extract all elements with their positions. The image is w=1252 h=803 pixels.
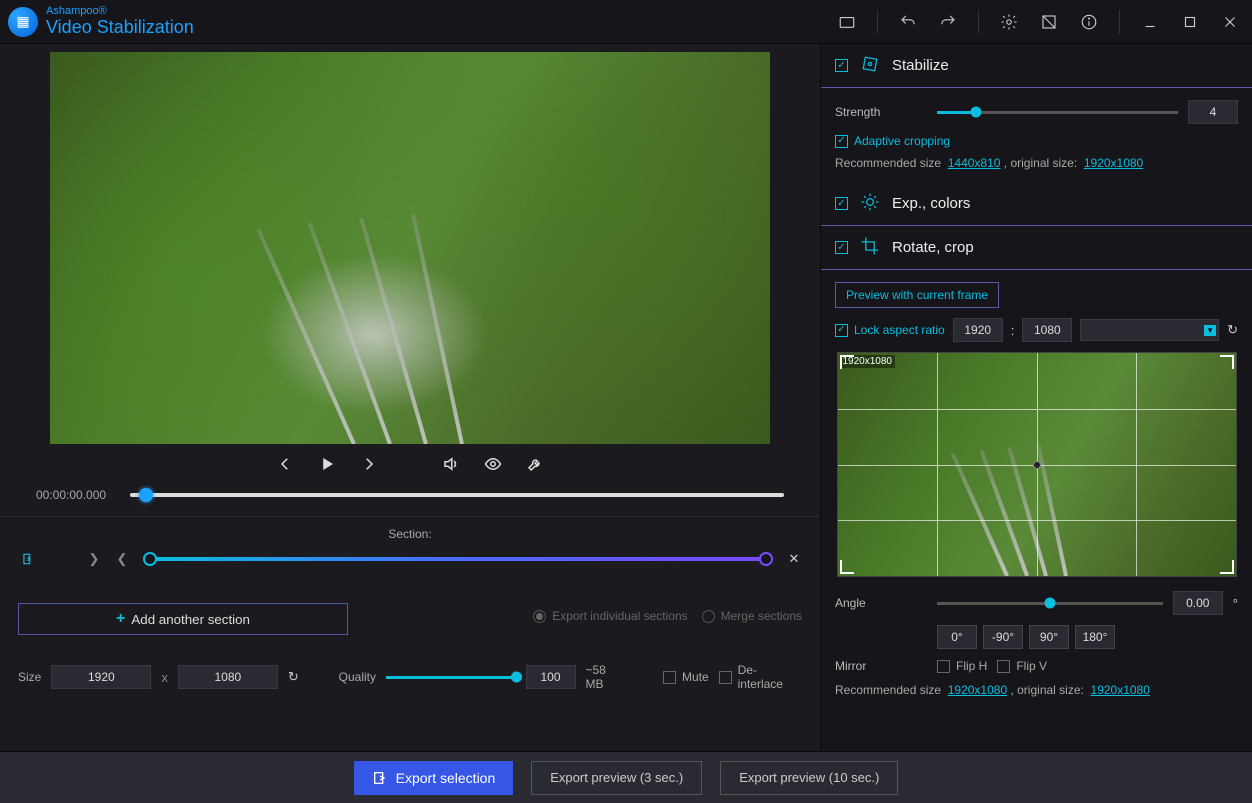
exp-panel-header[interactable]: Exp., colors	[821, 182, 1252, 226]
titlebar: ▦ Ashampoo® Video Stabilization	[0, 0, 1252, 44]
rotate-title: Rotate, crop	[892, 239, 974, 256]
section-prev-icon[interactable]: ❯	[86, 551, 102, 567]
undo-icon[interactable]	[894, 8, 922, 36]
app-logo-icon: ▦	[8, 7, 38, 37]
play-controls	[18, 444, 802, 484]
size-estimate: ~58 MB	[586, 663, 628, 691]
rotate-recommended-info: Recommended size 1920x1080 , original si…	[835, 683, 1238, 697]
stabilize-enable-checkbox[interactable]	[835, 59, 848, 72]
playback-time: 00:00:00.000	[36, 488, 116, 502]
strength-label: Strength	[835, 105, 927, 119]
section-next-icon[interactable]: ❮	[114, 551, 130, 567]
crop-height-input[interactable]	[1022, 318, 1072, 342]
size-reset-icon[interactable]: ↻	[288, 669, 299, 685]
rotate-180-button[interactable]: 180°	[1075, 625, 1115, 649]
export-selection-button[interactable]: Export selection	[354, 761, 514, 795]
stabilize-original-link[interactable]: 1920x1080	[1084, 156, 1143, 170]
section-label: Section:	[18, 527, 802, 541]
angle-label: Angle	[835, 596, 927, 610]
stabilize-recommended-link[interactable]: 1440x810	[948, 156, 1001, 170]
add-section-button[interactable]: + Add another section	[18, 603, 348, 635]
mute-checkbox[interactable]: Mute	[663, 670, 709, 684]
next-frame-icon[interactable]	[357, 452, 381, 476]
chevron-down-icon: ▾	[1204, 325, 1216, 336]
settings-icon[interactable]	[995, 8, 1023, 36]
quality-slider[interactable]	[386, 676, 515, 679]
preview-eye-icon[interactable]	[481, 452, 505, 476]
rotate-recommended-link[interactable]: 1920x1080	[948, 683, 1007, 697]
adaptive-cropping-checkbox[interactable]: Adaptive cropping	[835, 134, 1238, 148]
rotate-original-link[interactable]: 1920x1080	[1091, 683, 1150, 697]
rotate-enable-checkbox[interactable]	[835, 241, 848, 254]
section-range-slider[interactable]	[150, 557, 766, 561]
lock-aspect-checkbox[interactable]: Lock aspect ratio	[835, 323, 945, 337]
close-icon[interactable]	[1216, 8, 1244, 36]
exp-enable-checkbox[interactable]	[835, 197, 848, 210]
size-x-sep: x	[161, 670, 168, 685]
section-start-handle[interactable]	[143, 552, 157, 566]
theme-icon[interactable]	[1035, 8, 1063, 36]
aspect-preset-combo[interactable]: ▾	[1080, 319, 1219, 341]
rotate-90-button[interactable]: 90°	[1029, 625, 1069, 649]
mirror-label: Mirror	[835, 659, 927, 673]
stabilize-recommended-info: Recommended size 1440x810 , original siz…	[835, 156, 1238, 170]
export-preview-10-button[interactable]: Export preview (10 sec.)	[720, 761, 898, 795]
section-end-handle[interactable]	[759, 552, 773, 566]
brand-big: Video Stabilization	[46, 18, 194, 37]
angle-input[interactable]	[1173, 591, 1223, 615]
rotate-minus90-button[interactable]: -90°	[983, 625, 1023, 649]
quality-label: Quality	[339, 670, 376, 684]
stabilize-panel-header[interactable]: Stabilize	[821, 44, 1252, 88]
preview-frame-button[interactable]: Preview with current frame	[835, 282, 999, 308]
play-icon[interactable]	[315, 452, 339, 476]
flip-h-checkbox[interactable]: Flip H	[937, 659, 987, 673]
minimize-icon[interactable]	[1136, 8, 1164, 36]
strength-slider[interactable]	[937, 111, 1178, 114]
section-remove-icon[interactable]: ✕	[786, 551, 802, 567]
exposure-icon	[860, 192, 880, 215]
crop-center-handle[interactable]	[1033, 461, 1041, 469]
plus-icon: +	[116, 610, 125, 628]
video-preview[interactable]	[50, 52, 770, 444]
timeline-slider[interactable]	[130, 493, 784, 497]
export-individual-radio[interactable]: Export individual sections	[533, 609, 687, 623]
aspect-reset-icon[interactable]: ↻	[1227, 322, 1238, 338]
volume-icon[interactable]	[439, 452, 463, 476]
prev-frame-icon[interactable]	[273, 452, 297, 476]
open-folder-icon[interactable]	[833, 8, 861, 36]
size-label: Size	[18, 670, 41, 684]
size-width-input[interactable]	[51, 665, 151, 689]
size-height-input[interactable]	[178, 665, 278, 689]
redo-icon[interactable]	[934, 8, 962, 36]
merge-sections-radio[interactable]: Merge sections	[702, 609, 802, 623]
rotate-0-button[interactable]: 0°	[937, 625, 977, 649]
section-export-icon[interactable]	[18, 549, 38, 569]
strength-input[interactable]	[1188, 100, 1238, 124]
crop-preview[interactable]: 1920x1080	[837, 352, 1237, 577]
logo-block: ▦ Ashampoo® Video Stabilization	[8, 6, 194, 36]
deinterlace-checkbox[interactable]: De-interlace	[719, 663, 802, 691]
crop-width-input[interactable]	[953, 318, 1003, 342]
export-icon	[372, 770, 388, 786]
bottom-bar: Export selection Export preview (3 sec.)…	[0, 751, 1252, 803]
angle-slider[interactable]	[937, 602, 1163, 605]
export-preview-3-button[interactable]: Export preview (3 sec.)	[531, 761, 702, 795]
stabilize-title: Stabilize	[892, 57, 949, 74]
flip-v-checkbox[interactable]: Flip V	[997, 659, 1047, 673]
tools-icon[interactable]	[523, 452, 547, 476]
quality-input[interactable]	[526, 665, 576, 689]
rotate-panel-header[interactable]: Rotate, crop	[821, 226, 1252, 270]
stabilize-icon	[860, 54, 880, 77]
crop-icon	[860, 236, 880, 259]
exp-title: Exp., colors	[892, 195, 970, 212]
info-icon[interactable]	[1075, 8, 1103, 36]
maximize-icon[interactable]	[1176, 8, 1204, 36]
